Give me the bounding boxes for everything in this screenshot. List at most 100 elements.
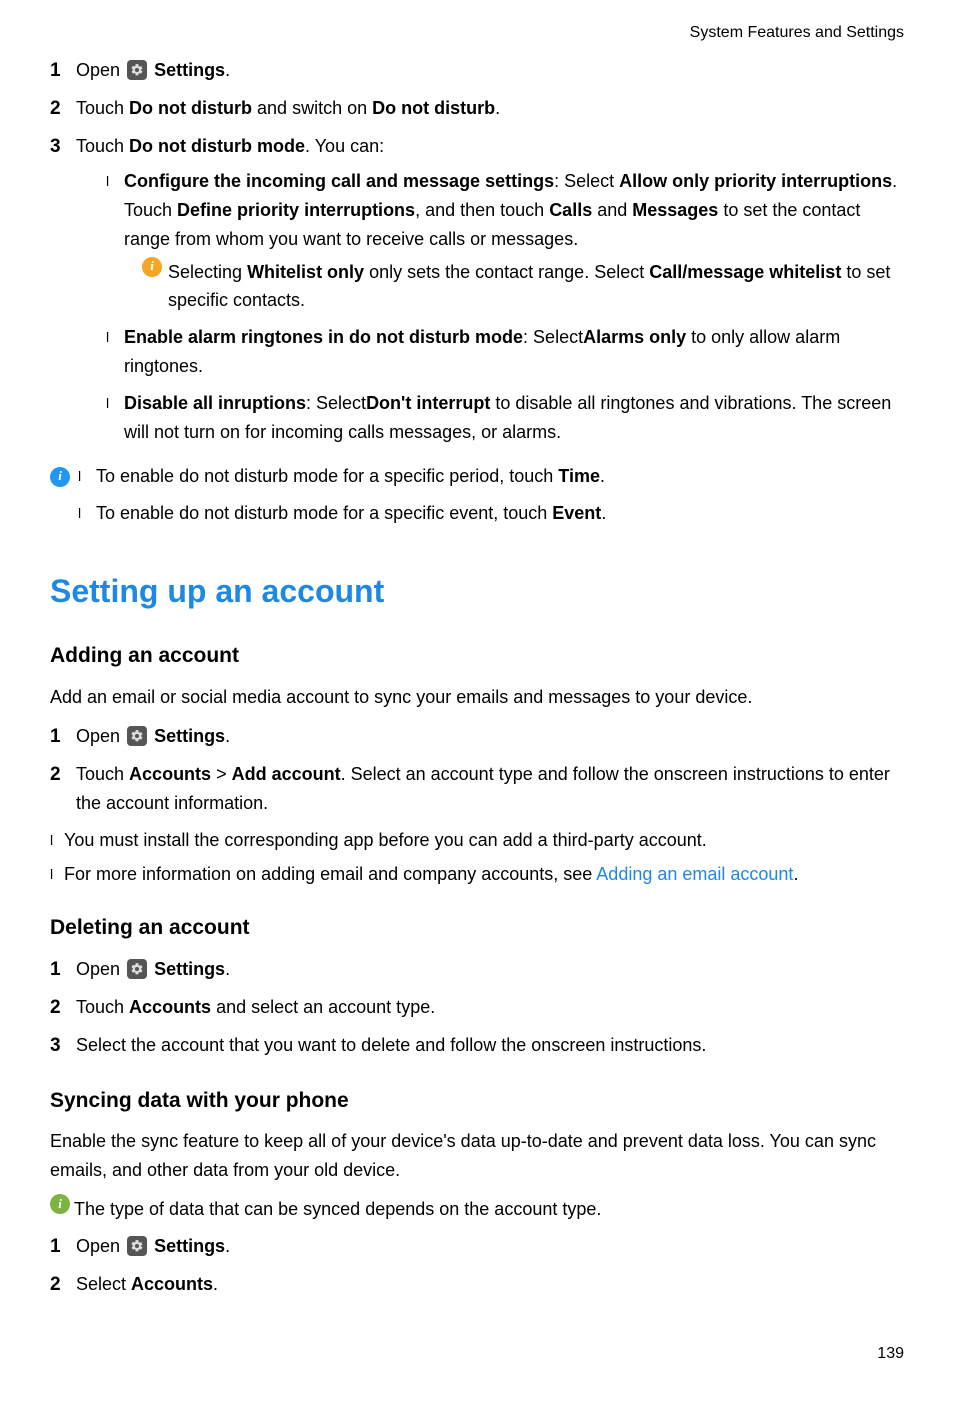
info-icon: i	[142, 257, 162, 277]
text: . You can:	[305, 136, 384, 156]
text-bold: Accounts	[131, 1274, 213, 1294]
bullet: l	[106, 167, 124, 195]
list-content: For more information on adding email and…	[64, 860, 904, 889]
page-number: 139	[50, 1341, 904, 1367]
paragraph: Add an email or social media account to …	[50, 683, 904, 712]
text: To enable do not disturb mode for a spec…	[96, 503, 552, 523]
text: .	[225, 60, 230, 80]
text-bold: Configure the incoming call and message …	[124, 171, 554, 191]
text: .	[213, 1274, 218, 1294]
section-heading: Setting up an account	[50, 566, 904, 617]
step-number: 2	[50, 760, 76, 790]
text-bold: Do not disturb	[129, 98, 252, 118]
step-3: 3 Select the account that you want to de…	[50, 1031, 904, 1061]
list-item: l You must install the corresponding app…	[50, 826, 904, 855]
bullet: l	[78, 462, 96, 490]
text: Open	[76, 959, 125, 979]
text-bold: Don't interrupt	[366, 393, 490, 413]
step-1: 1 Open Settings.	[50, 722, 904, 752]
text: .	[225, 959, 230, 979]
text-bold: Do not disturb	[372, 98, 495, 118]
bullet: l	[78, 499, 96, 527]
bullet: l	[106, 389, 124, 417]
step-content: Touch Accounts > Add account. Select an …	[76, 760, 904, 818]
step-number: 2	[50, 1270, 76, 1300]
step-2: 2 Touch Accounts > Add account. Select a…	[50, 760, 904, 818]
text: Touch	[76, 136, 129, 156]
step-2: 2 Touch Do not disturb and switch on Do …	[50, 94, 904, 124]
text-bold: Disable all inruptions	[124, 393, 306, 413]
text-bold: Accounts	[129, 764, 211, 784]
step-2: 2 Select Accounts.	[50, 1270, 904, 1300]
page-header: System Features and Settings	[50, 20, 904, 46]
text: .	[225, 1236, 230, 1256]
text-bold: Whitelist only	[247, 262, 364, 282]
text-bold: Calls	[549, 200, 592, 220]
step-number: 1	[50, 722, 76, 752]
settings-icon	[127, 959, 147, 979]
list-content: You must install the corresponding app b…	[64, 826, 904, 855]
text-bold: Accounts	[129, 997, 211, 1017]
step-1: 1 Open Settings.	[50, 1232, 904, 1262]
subsection-heading: Deleting an account	[50, 911, 904, 945]
text: only sets the contact range. Select	[364, 262, 649, 282]
text: : Select	[306, 393, 366, 413]
text: Open	[76, 1236, 125, 1256]
note-content: Selecting Whitelist only only sets the c…	[168, 258, 904, 316]
list-item: l For more information on adding email a…	[50, 860, 904, 889]
text: Selecting	[168, 262, 247, 282]
text: .	[793, 864, 798, 884]
list-item: l Disable all inruptions: SelectDon't in…	[106, 389, 904, 447]
settings-icon	[127, 726, 147, 746]
text: >	[211, 764, 232, 784]
list-content: Disable all inruptions: SelectDon't inte…	[124, 389, 904, 447]
text: : Select	[554, 171, 619, 191]
info-icon: i	[50, 467, 70, 487]
text: Select	[76, 1274, 131, 1294]
step-content: Touch Do not disturb and switch on Do no…	[76, 94, 904, 123]
text-bold: Event	[552, 503, 601, 523]
text: Open	[76, 726, 125, 746]
info-note: i The type of data that can be synced de…	[50, 1195, 904, 1224]
note-content: The type of data that can be synced depe…	[74, 1195, 904, 1224]
text-bold: Settings	[154, 726, 225, 746]
subsection-heading: Adding an account	[50, 639, 904, 673]
text: To enable do not disturb mode for a spec…	[96, 466, 558, 486]
text-bold: Do not disturb mode	[129, 136, 305, 156]
settings-icon	[127, 1236, 147, 1256]
list-item: l Configure the incoming call and messag…	[106, 167, 904, 315]
text: .	[225, 726, 230, 746]
list-content: To enable do not disturb mode for a spec…	[96, 499, 904, 528]
text-bold: Enable alarm ringtones in do not disturb…	[124, 327, 523, 347]
text: For more information on adding email and…	[64, 864, 596, 884]
link-adding-email-account[interactable]: Adding an email account	[596, 864, 793, 884]
text-bold: Add account	[232, 764, 341, 784]
step-number: 1	[50, 56, 76, 86]
step-content: Select Accounts.	[76, 1270, 904, 1299]
step-1: 1 Open Settings.	[50, 56, 904, 86]
text-bold: Alarms only	[583, 327, 686, 347]
step-number: 1	[50, 1232, 76, 1262]
text: Touch	[76, 98, 129, 118]
list-item: l To enable do not disturb mode for a sp…	[78, 499, 904, 528]
step-content: Select the account that you want to dele…	[76, 1031, 904, 1060]
info-icon: i	[50, 1194, 70, 1214]
text: .	[600, 466, 605, 486]
sub-list: l Configure the incoming call and messag…	[106, 167, 904, 446]
text-bold: Settings	[154, 959, 225, 979]
step-content: Open Settings.	[76, 1232, 904, 1261]
bullet: l	[50, 860, 64, 888]
bullet: l	[50, 826, 64, 854]
text: and	[592, 200, 632, 220]
list-content: Configure the incoming call and message …	[124, 167, 904, 315]
list-item: l Enable alarm ringtones in do not distu…	[106, 323, 904, 381]
info-list: i l To enable do not disturb mode for a …	[50, 462, 904, 536]
step-content: Open Settings.	[76, 56, 904, 85]
step-3: 3 Touch Do not disturb mode. You can: l …	[50, 132, 904, 454]
text-bold: Settings	[154, 60, 225, 80]
bullet: l	[106, 323, 124, 351]
text-bold: Time	[558, 466, 600, 486]
step-number: 3	[50, 132, 76, 162]
step-content: Touch Accounts and select an account typ…	[76, 993, 904, 1022]
step-number: 2	[50, 94, 76, 124]
